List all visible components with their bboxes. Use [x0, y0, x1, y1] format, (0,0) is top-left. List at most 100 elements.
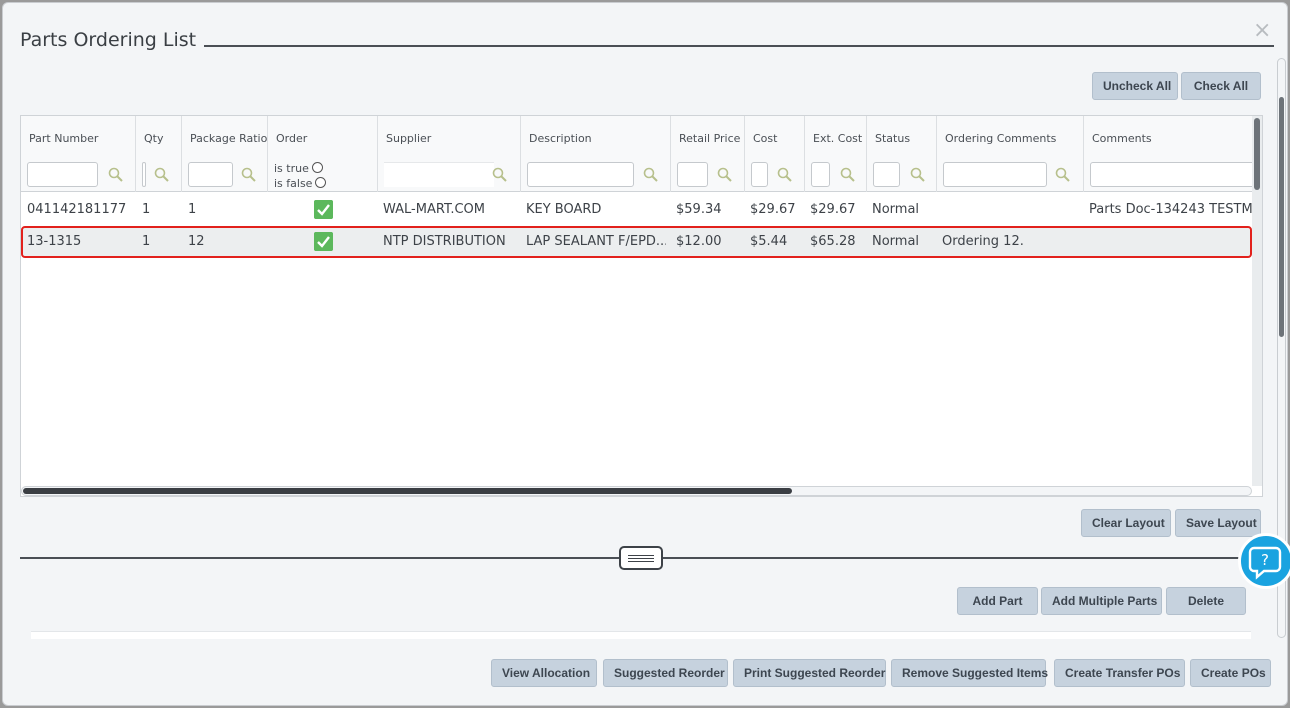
column-header-ext-cost[interactable]: Ext. Cost: [805, 116, 867, 192]
create-transfer-pos-button[interactable]: Create Transfer POs: [1054, 659, 1185, 687]
column-header-package-ratio[interactable]: Package Ratio: [182, 116, 268, 192]
delete-button[interactable]: Delete: [1166, 587, 1246, 615]
add-part-button[interactable]: Add Part: [957, 587, 1038, 615]
column-header-retail-price[interactable]: Retail Price: [671, 116, 745, 192]
part-number-filter-input[interactable]: [27, 162, 98, 187]
splitter-grip-handle[interactable]: [619, 546, 663, 570]
dialog-title: Parts Ordering List: [20, 29, 197, 51]
column-label: Qty: [144, 132, 164, 145]
column-header-order[interactable]: Order is true is false: [268, 116, 378, 192]
title-divider: [204, 45, 1274, 47]
column-label: Description: [529, 132, 592, 145]
column-header-part-number[interactable]: Part Number: [21, 116, 136, 192]
column-label: Retail Price: [679, 132, 741, 145]
column-label: Status: [875, 132, 911, 145]
cell-qty: 1: [142, 202, 151, 217]
view-allocation-button[interactable]: View Allocation: [491, 659, 597, 687]
qty-filter-input[interactable]: [142, 162, 146, 187]
check-all-button[interactable]: Check All: [1181, 72, 1261, 100]
lower-panel: [31, 631, 1251, 639]
cell-retail-price: $12.00: [676, 234, 722, 249]
create-pos-button[interactable]: Create POs: [1190, 659, 1271, 687]
cell-part-number: 041142181177: [27, 202, 127, 217]
column-header-qty[interactable]: Qty: [136, 116, 182, 192]
cell-status: Normal: [872, 202, 920, 217]
ext-cost-filter-input[interactable]: [811, 162, 830, 187]
grid-header: Part Number Qty Package Ratio Order is t…: [21, 116, 1260, 192]
close-icon[interactable]: ×: [1253, 20, 1271, 42]
suggested-reorder-button[interactable]: Suggested Reorder: [603, 659, 728, 687]
package-ratio-filter-input[interactable]: [188, 162, 233, 187]
cell-part-number: 13-1315: [27, 234, 82, 249]
search-icon[interactable]: [776, 166, 794, 184]
grid-vertical-scrollbar[interactable]: [1252, 116, 1262, 486]
order-checkbox-icon[interactable]: [314, 232, 333, 251]
radio-label: is false: [274, 177, 313, 190]
order-filter-true[interactable]: is true: [274, 162, 323, 175]
scrollbar-thumb[interactable]: [1279, 97, 1284, 337]
cell-ext-cost: $65.28: [810, 234, 856, 249]
cell-package-ratio: 1: [188, 202, 197, 217]
search-icon[interactable]: [491, 166, 509, 184]
column-label: Part Number: [29, 132, 99, 145]
column-header-supplier[interactable]: Supplier: [378, 116, 521, 192]
cell-comments: Parts Doc-134243 TESTMA: [1089, 202, 1252, 217]
table-row[interactable]: 041142181177 1 1 WAL-MART.COM KEY BOARD …: [21, 194, 1252, 226]
cell-cost: $5.44: [750, 234, 788, 249]
scrollbar-thumb[interactable]: [23, 488, 792, 494]
retail-price-filter-input[interactable]: [677, 162, 708, 187]
radio-button-true[interactable]: [311, 162, 323, 173]
search-icon[interactable]: [642, 166, 660, 184]
search-icon[interactable]: [839, 166, 857, 184]
comments-filter-input[interactable]: [1090, 162, 1260, 187]
cell-qty: 1: [142, 234, 151, 249]
column-label: Comments: [1092, 132, 1152, 145]
save-layout-button[interactable]: Save Layout: [1175, 509, 1261, 537]
column-header-ordering-comments[interactable]: Ordering Comments: [937, 116, 1084, 192]
parts-ordering-dialog: Parts Ordering List × Uncheck All Check …: [2, 2, 1288, 706]
radio-button-false[interactable]: [315, 177, 327, 188]
supplier-filter-input[interactable]: [384, 162, 494, 187]
cell-description: KEY BOARD: [526, 202, 602, 217]
remove-suggested-items-button[interactable]: Remove Suggested Items: [891, 659, 1048, 687]
search-icon[interactable]: [1054, 166, 1072, 184]
column-label: Cost: [753, 132, 778, 145]
add-multiple-parts-button[interactable]: Add Multiple Parts: [1041, 587, 1162, 615]
search-icon[interactable]: [909, 166, 927, 184]
cell-description: LAP SEALANT F/EPD...: [526, 234, 666, 249]
help-chat-icon[interactable]: ?: [1238, 533, 1290, 589]
cell-ext-cost: $29.67: [810, 202, 856, 217]
grip-line: [628, 558, 654, 559]
grid-horizontal-scrollbar[interactable]: [21, 486, 1252, 496]
cell-cost: $29.67: [750, 202, 796, 217]
column-label: Package Ratio: [190, 132, 268, 145]
search-icon[interactable]: [153, 166, 171, 184]
search-icon[interactable]: [240, 166, 258, 184]
description-filter-input[interactable]: [527, 162, 634, 187]
print-suggested-reorder-button[interactable]: Print Suggested Reorder: [733, 659, 886, 687]
scrollbar-thumb[interactable]: [1254, 118, 1260, 190]
column-label: Ordering Comments: [945, 132, 1057, 145]
cost-filter-input[interactable]: [751, 162, 768, 187]
order-filter-false[interactable]: is false: [274, 177, 327, 190]
status-filter-input[interactable]: [873, 162, 900, 187]
help-glyph: ?: [1261, 551, 1269, 569]
parts-grid: Part Number Qty Package Ratio Order is t…: [20, 115, 1263, 497]
column-header-status[interactable]: Status: [867, 116, 937, 192]
radio-label: is true: [274, 162, 309, 175]
search-icon[interactable]: [716, 166, 734, 184]
column-header-cost[interactable]: Cost: [745, 116, 805, 192]
column-label: Ext. Cost: [813, 132, 863, 145]
column-label: Supplier: [386, 132, 432, 145]
grip-line: [628, 555, 654, 556]
column-header-comments[interactable]: Comments: [1084, 116, 1260, 192]
uncheck-all-button[interactable]: Uncheck All: [1092, 72, 1178, 100]
cell-ordering-comments: Ordering 12.: [942, 234, 1024, 249]
grip-line: [628, 561, 654, 562]
order-checkbox-icon[interactable]: [314, 200, 333, 219]
search-icon[interactable]: [107, 166, 125, 184]
ordering-comments-filter-input[interactable]: [943, 162, 1047, 187]
clear-layout-button[interactable]: Clear Layout: [1081, 509, 1171, 537]
table-row-selected[interactable]: 13-1315 1 12 NTP DISTRIBUTION LAP SEALAN…: [21, 226, 1252, 258]
column-header-description[interactable]: Description: [521, 116, 671, 192]
